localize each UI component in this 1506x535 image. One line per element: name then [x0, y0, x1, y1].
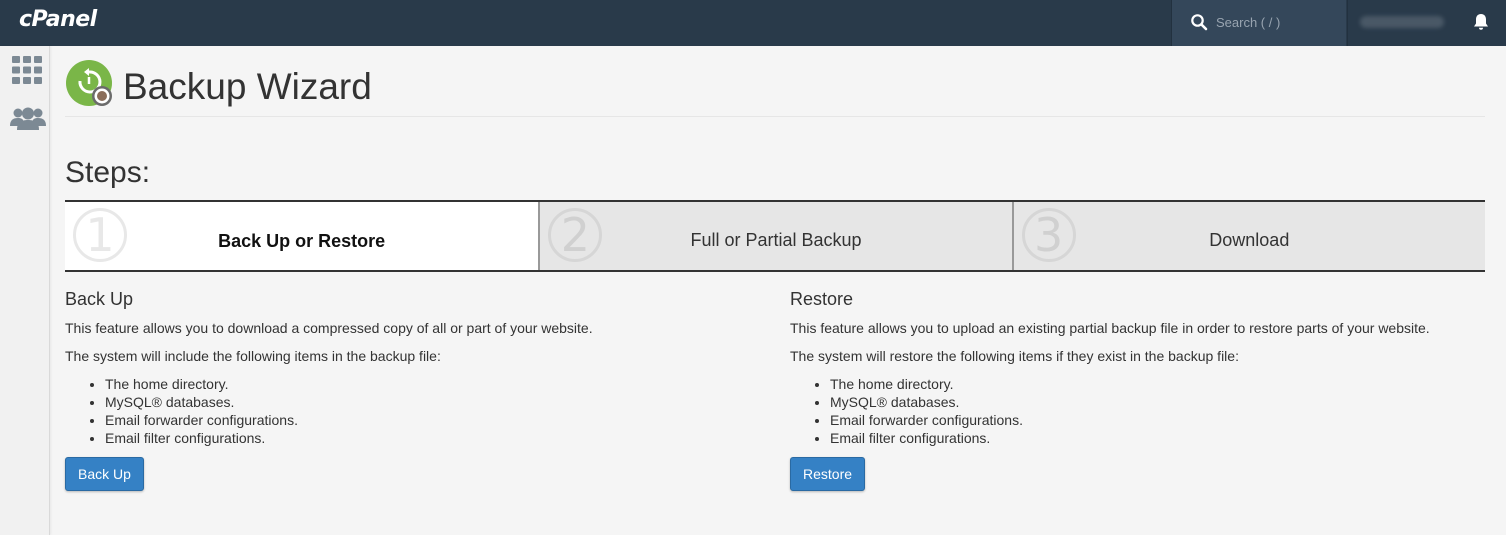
list-item: MySQL® databases.: [830, 393, 1490, 411]
backup-description: This feature allows you to download a co…: [65, 320, 593, 336]
backup-items-list: The home directory. MySQL® databases. Em…: [65, 375, 765, 447]
step-label-3: Download: [1209, 230, 1290, 250]
username-blurred: [1360, 16, 1444, 28]
search-input[interactable]: [1216, 12, 1336, 32]
backup-wizard-icon: [66, 60, 112, 106]
cpanel-logo[interactable]: cPanel: [19, 7, 97, 32]
steps-title: Steps:: [65, 156, 151, 189]
restore-section: Restore This feature allows you to uploa…: [790, 289, 1490, 491]
restore-items-list: The home directory. MySQL® databases. Em…: [790, 375, 1490, 447]
restore-description: This feature allows you to upload an exi…: [790, 320, 1430, 336]
backup-section: Back Up This feature allows you to downl…: [65, 289, 765, 491]
backup-heading: Back Up: [65, 289, 134, 309]
step-label-1: Back Up or Restore: [218, 231, 386, 251]
step-2: 2 Full or Partial Backup: [538, 202, 1012, 270]
restore-heading: Restore: [790, 289, 854, 309]
list-item: Email filter configurations.: [830, 429, 1490, 447]
search-box: [1171, 0, 1346, 46]
header-divider: [65, 116, 1485, 117]
restore-button[interactable]: Restore: [790, 457, 866, 491]
search-icon: [1191, 14, 1208, 31]
step-1: 1 Back Up or Restore: [65, 202, 539, 270]
sidebar: [0, 46, 50, 535]
apps-grid-icon[interactable]: [12, 56, 42, 84]
list-item: The home directory.: [830, 375, 1490, 393]
list-item: The home directory.: [105, 375, 765, 393]
restore-items-intro: The system will restore the following it…: [790, 348, 1239, 364]
top-navbar: cPanel: [0, 0, 1506, 46]
list-item: MySQL® databases.: [105, 393, 765, 411]
list-item: Email forwarder configurations.: [105, 411, 765, 429]
step-3: 3 Download: [1011, 202, 1485, 270]
backup-items-intro: The system will include the following it…: [65, 348, 441, 364]
page-title: Backup Wizard: [123, 66, 372, 107]
list-item: Email forwarder configurations.: [830, 411, 1490, 429]
user-menu[interactable]: [1347, 0, 1455, 46]
step-progress-bar: 1 Back Up or Restore 2 Full or Partial B…: [65, 200, 1485, 272]
users-icon[interactable]: [10, 106, 46, 132]
list-item: Email filter configurations.: [105, 429, 765, 447]
bell-icon[interactable]: [1470, 11, 1492, 33]
step-label-2: Full or Partial Backup: [690, 230, 862, 250]
back-up-button[interactable]: Back Up: [65, 457, 144, 491]
